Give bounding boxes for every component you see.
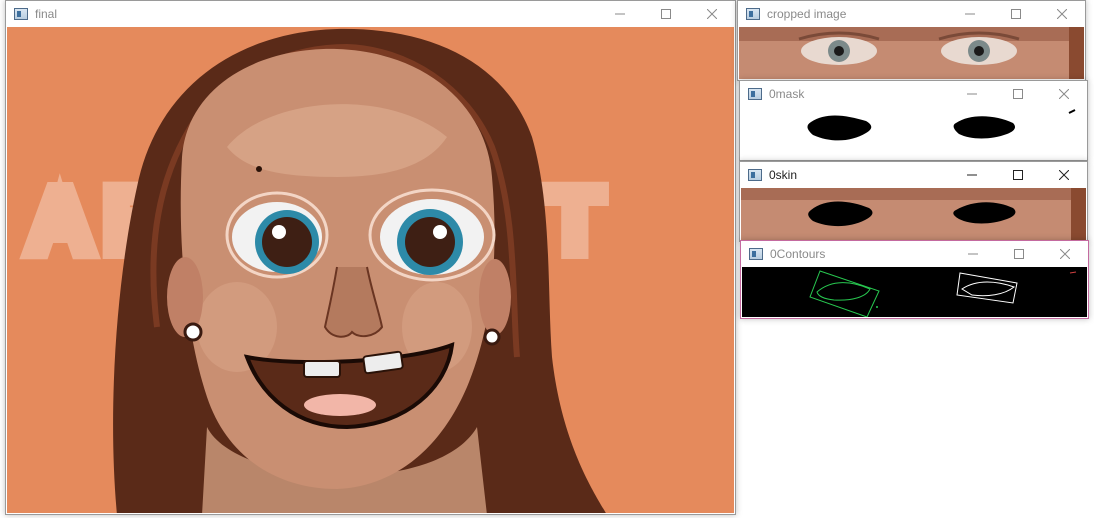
minimize-icon[interactable] (947, 1, 993, 27)
skin-svg (741, 188, 1086, 240)
skin-titlebar[interactable]: 0skin (740, 162, 1087, 188)
left-pupil (262, 217, 312, 267)
final-window-title: final (35, 7, 58, 21)
mask-titlebar[interactable]: 0mask (740, 81, 1087, 107)
tongue (304, 394, 376, 416)
cropped-eyes-image (739, 27, 1084, 79)
cropped-eyes-svg (739, 27, 1084, 79)
window-app-icon[interactable] (14, 8, 28, 20)
minimize-icon[interactable] (949, 81, 995, 107)
mask-image (741, 107, 1086, 159)
left-tooth (303, 360, 341, 378)
left-eye-glint (272, 225, 286, 239)
maximize-icon[interactable] (995, 81, 1041, 107)
close-icon[interactable] (1039, 1, 1085, 27)
cartoon-face-svg: ABSTRACT (7, 27, 734, 513)
window-app-icon[interactable] (748, 169, 762, 181)
window-app-icon[interactable] (748, 88, 762, 100)
minimize-icon[interactable] (597, 1, 643, 27)
cropped-window-title: cropped image (767, 7, 847, 21)
close-icon[interactable] (1041, 81, 1087, 107)
contours-image (742, 267, 1087, 317)
cartoon-face-image: ABSTRACT (7, 27, 734, 513)
contours-window: 0Contours (740, 240, 1089, 319)
close-icon[interactable] (689, 1, 735, 27)
maximize-icon[interactable] (995, 162, 1041, 188)
right-earring (483, 328, 501, 346)
minimize-icon[interactable] (950, 241, 996, 267)
left-earring (183, 322, 203, 342)
cropped-titlebar[interactable]: cropped image (738, 1, 1085, 27)
maximize-icon[interactable] (996, 241, 1042, 267)
window-app-icon[interactable] (749, 248, 763, 260)
skin-image (741, 188, 1086, 240)
final-titlebar[interactable]: final (6, 1, 735, 27)
maximize-icon[interactable] (643, 1, 689, 27)
mask-svg (741, 107, 1086, 159)
window-app-icon[interactable] (746, 8, 760, 20)
right-eye-glint (433, 225, 447, 239)
close-icon[interactable] (1041, 162, 1087, 188)
close-icon[interactable] (1042, 241, 1088, 267)
contours-titlebar[interactable]: 0Contours (741, 241, 1088, 267)
final-window: final ABSTRACT (5, 0, 736, 515)
maximize-icon[interactable] (993, 1, 1039, 27)
minimize-icon[interactable] (949, 162, 995, 188)
contours-svg (742, 267, 1087, 317)
right-ear (479, 259, 511, 335)
right-pupil (405, 217, 455, 267)
cropped-image-window: cropped image (737, 0, 1086, 81)
mask-window-title: 0mask (769, 87, 805, 101)
mole (256, 166, 262, 172)
mask-window: 0mask (739, 80, 1088, 161)
skin-window-title: 0skin (769, 168, 798, 182)
skin-window: 0skin (739, 161, 1088, 242)
contours-window-title: 0Contours (770, 247, 826, 261)
